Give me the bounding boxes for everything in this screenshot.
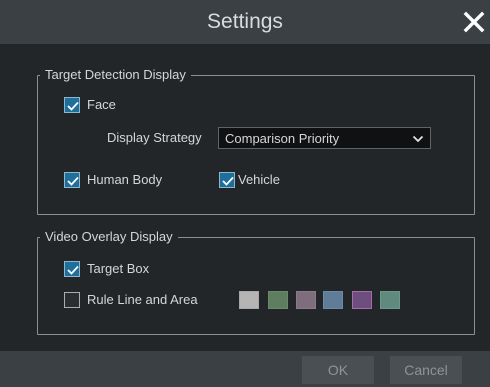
vehicle-label: Vehicle [238, 172, 280, 187]
ok-button[interactable]: OK [302, 356, 374, 384]
video-overlay-legend: Video Overlay Display [40, 229, 178, 245]
color-swatch-3[interactable] [296, 291, 316, 309]
vehicle-checkbox[interactable] [219, 172, 235, 188]
cancel-button[interactable]: Cancel [390, 356, 462, 384]
display-strategy-value: Comparison Priority [225, 131, 340, 146]
rule-line-label: Rule Line and Area [87, 292, 198, 307]
color-swatch-1[interactable] [239, 291, 259, 309]
rule-line-checkbox[interactable] [64, 292, 80, 308]
checkmark-icon [67, 101, 79, 111]
checkmark-icon [67, 265, 79, 275]
display-strategy-select[interactable]: Comparison Priority [218, 127, 431, 149]
target-box-label: Target Box [87, 261, 150, 276]
color-swatch-5[interactable] [352, 291, 372, 309]
checkmark-icon [222, 176, 234, 186]
video-overlay-group: Video Overlay Display [37, 229, 475, 335]
settings-dialog: Settings Target Detection Display Face D… [0, 0, 490, 387]
chevron-down-icon [412, 135, 424, 143]
title-bar: Settings [0, 0, 490, 44]
human-body-checkbox[interactable] [64, 172, 80, 188]
face-label: Face [87, 97, 116, 112]
close-icon[interactable] [462, 10, 486, 34]
color-swatch-2[interactable] [268, 291, 288, 309]
human-body-label: Human Body [87, 172, 163, 187]
target-box-checkbox[interactable] [64, 261, 80, 277]
color-swatch-6[interactable] [380, 291, 400, 309]
checkmark-icon [67, 176, 79, 186]
dialog-title: Settings [207, 10, 283, 33]
face-checkbox[interactable] [64, 97, 80, 113]
color-swatch-4[interactable] [323, 291, 343, 309]
target-detection-legend: Target Detection Display [40, 67, 191, 83]
display-strategy-label: Display Strategy [107, 130, 202, 145]
